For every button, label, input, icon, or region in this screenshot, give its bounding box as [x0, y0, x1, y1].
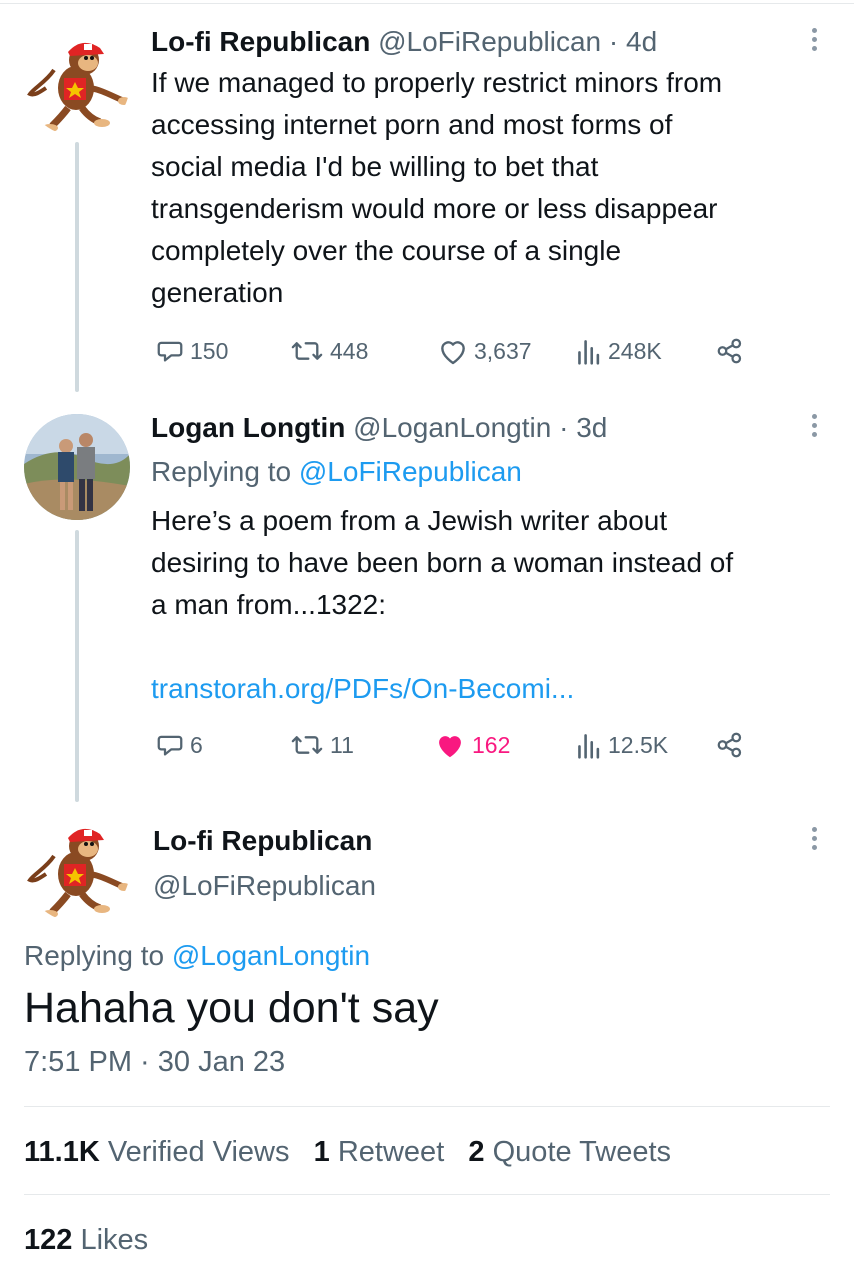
separator: · [608, 26, 619, 57]
author-name[interactable]: Lo-fi Republican [153, 825, 372, 856]
heart-icon [441, 341, 465, 365]
stat-count: 2 [468, 1136, 485, 1168]
reply-icon [157, 735, 183, 756]
share-icon [717, 732, 742, 758]
stat-label: Quote Tweets [492, 1136, 672, 1168]
reply-icon [157, 341, 183, 362]
like-button[interactable]: 3,637 [437, 333, 532, 369]
divider [24, 1106, 830, 1107]
avatar[interactable] [24, 414, 130, 520]
couple-photo-avatar-icon [24, 414, 130, 520]
tweet-link: transtorah.org/PDFs/On-Becomi... [151, 668, 831, 710]
thread-line [75, 530, 79, 802]
more-icon[interactable] [806, 823, 822, 859]
tweet-text-line: If we managed to properly restrict minor… [151, 67, 723, 98]
tweet-actions: 150 448 3,637 248K [151, 333, 771, 369]
author-handle[interactable]: @LoFiRepublican [378, 26, 601, 57]
verified-views-stat[interactable]: 11.1K Verified Views [24, 1136, 289, 1168]
main-author-name[interactable]: Lo-fi Republican [153, 823, 372, 859]
main-author-handle[interactable]: @LoFiRepublican [153, 868, 376, 904]
tweet-text-line: a man from...1322: [151, 589, 387, 620]
retweet-button[interactable]: 11 [289, 727, 354, 763]
tweet-actions: 6 11 162 12.5K [151, 727, 771, 763]
monkey-avatar-icon [24, 816, 130, 922]
author-name[interactable]: Logan Longtin [151, 412, 345, 443]
tweet-text-line: social media I'd be willing to bet that [151, 151, 599, 182]
replying-to: Replying to @LoFiRepublican [151, 454, 522, 490]
replying-prefix: Replying to [24, 940, 165, 971]
replying-to: Replying to @LoganLongtin [24, 938, 370, 974]
replying-to-link[interactable]: @LoganLongtin [172, 940, 370, 971]
tweet-time[interactable]: 3d [576, 412, 607, 443]
like-button[interactable]: 162 [433, 727, 510, 763]
tweet-timestamp[interactable]: 7:51 PM · 30 Jan 23 [24, 1044, 285, 1080]
stat-label: Verified Views [107, 1136, 290, 1168]
tweet-text-line: generation [151, 277, 284, 308]
retweet-icon [291, 736, 323, 754]
retweet-button[interactable]: 448 [289, 333, 368, 369]
reply-button[interactable]: 6 [155, 727, 203, 763]
main-tweet-text: Hahaha you don't say [24, 984, 439, 1032]
retweet-count: 448 [330, 337, 369, 364]
like-count: 3,637 [474, 337, 532, 364]
separator: · [559, 412, 569, 443]
tweet-text-line: transgenderism would more or less disapp… [151, 193, 718, 224]
tweet-text: If we managed to properly restrict minor… [151, 62, 831, 314]
engagement-stats: 11.1K Verified Views 1 Retweet 2 Quote T… [24, 1134, 671, 1170]
stat-count: 11.1K [24, 1136, 100, 1168]
tweet-text-line: desiring to have been born a woman inste… [151, 547, 734, 578]
tweet-text-line: completely over the course of a single [151, 235, 622, 266]
like-count: 162 [472, 731, 511, 758]
views-button[interactable]: 12.5K [575, 727, 668, 763]
views-icon [578, 734, 600, 759]
views-button[interactable]: 248K [575, 333, 662, 369]
views-icon [578, 340, 600, 365]
more-icon[interactable] [806, 24, 822, 60]
reply-button[interactable]: 150 [155, 333, 228, 369]
reply-count: 150 [190, 337, 229, 364]
views-count: 248K [608, 337, 662, 364]
views-count: 12.5K [608, 731, 669, 758]
retweet-icon [291, 342, 323, 360]
stat-label: Likes [80, 1224, 149, 1256]
author-handle[interactable]: @LoganLongtin [353, 412, 551, 443]
retweet-count: 11 [330, 731, 354, 758]
monkey-avatar-icon [24, 30, 130, 136]
tweet-text-line: Here’s a poem from a Jewish writer about [151, 505, 668, 536]
divider [24, 1194, 830, 1195]
tweet-header: Lo-fi Republican @LoFiRepublican · 4d [151, 24, 657, 60]
share-button[interactable] [715, 727, 745, 763]
quote-tweets-stat[interactable]: 2 Quote Tweets [468, 1136, 671, 1168]
replying-to-link[interactable]: @LoFiRepublican [299, 456, 522, 487]
share-icon [717, 338, 742, 364]
reply-count: 6 [190, 731, 203, 758]
thread-line [75, 142, 79, 392]
likes-stat[interactable]: 122 Likes [24, 1222, 148, 1258]
avatar[interactable] [24, 816, 130, 922]
tweet-header: Logan Longtin @LoganLongtin · 3d [151, 410, 607, 446]
tweet-text-line: accessing internet porn and most forms o… [151, 109, 673, 140]
stat-count: 1 [313, 1136, 330, 1168]
retweets-stat[interactable]: 1 Retweet [314, 1136, 445, 1168]
author-name[interactable]: Lo-fi Republican [151, 26, 370, 57]
avatar[interactable] [24, 30, 130, 136]
heart-icon [439, 736, 461, 758]
share-button[interactable] [715, 333, 745, 369]
tweet-text: Here’s a poem from a Jewish writer about… [151, 500, 831, 626]
stat-count: 122 [24, 1224, 73, 1256]
replying-prefix: Replying to [151, 456, 292, 487]
top-divider [0, 3, 854, 4]
more-icon[interactable] [806, 410, 822, 446]
external-link[interactable]: transtorah.org/PDFs/On-Becomi... [151, 673, 574, 704]
tweet-time[interactable]: 4d [626, 26, 657, 57]
stat-label: Retweet [337, 1136, 445, 1168]
